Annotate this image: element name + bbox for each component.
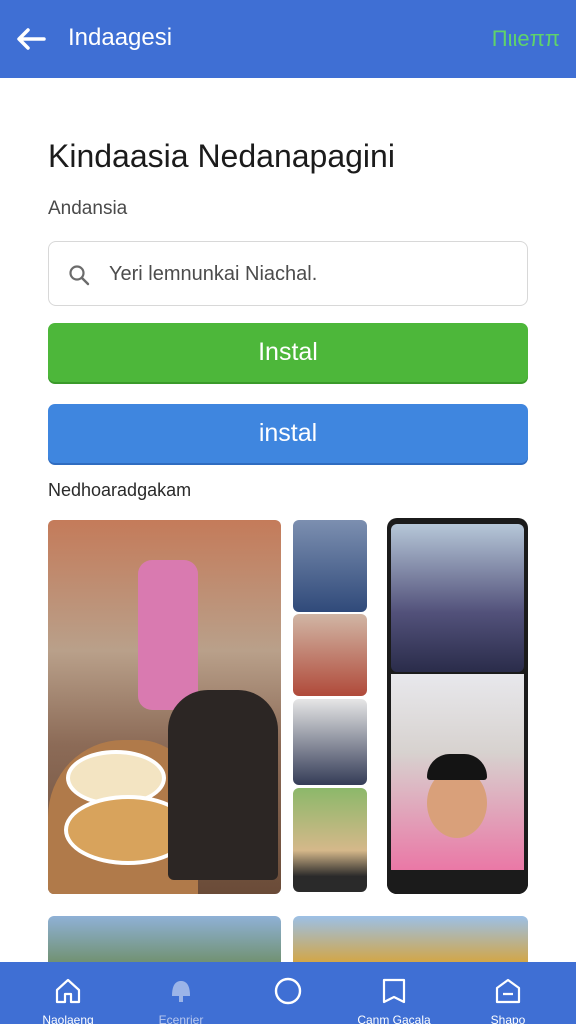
tab-home[interactable]: Naolaeng: [13, 962, 123, 1024]
tab-label: Ecenrier: [158, 1013, 204, 1024]
photo-figure: [168, 690, 278, 880]
gallery-photo-feast[interactable]: [48, 520, 281, 894]
app-title: Indaagesi: [68, 24, 173, 51]
app-bar: Indaagesi Πιιeππ: [0, 0, 576, 78]
install-button-primary[interactable]: Instal: [48, 323, 528, 382]
gallery-thumbnail[interactable]: [293, 699, 367, 785]
gallery-thumbnail[interactable]: [293, 788, 367, 892]
page-title: Kindaasia Nedanapagini: [48, 138, 395, 174]
back-arrow-icon[interactable]: [14, 24, 48, 54]
phone-photo-top: [391, 524, 524, 672]
gallery-photo-peek[interactable]: [293, 916, 528, 966]
gallery-phone-screenshot[interactable]: [387, 518, 528, 894]
circle-icon: [274, 977, 302, 1005]
phone-nav-bar: [387, 870, 528, 894]
search-placeholder: Yeri lemnunkai Niachal.: [109, 263, 318, 285]
search-input[interactable]: Yeri lemnunkai Niachal.: [48, 241, 528, 306]
home-icon: [55, 978, 81, 1004]
page-subtitle: Andansia: [48, 198, 128, 219]
tab-label: Shapo: [490, 1013, 526, 1024]
gallery-label: Nedhoaradgakam: [48, 480, 192, 500]
install-button-secondary[interactable]: instal: [48, 404, 528, 463]
tab-label: Naolaeng: [42, 1013, 94, 1024]
search-icon: [69, 265, 90, 286]
appbar-action-button[interactable]: Πιιeππ: [492, 26, 560, 52]
tab-shop[interactable]: Shapo: [453, 962, 563, 1024]
tab-notifications[interactable]: Ecenrier: [126, 962, 236, 1024]
tab-label: Canm Gacala: [357, 1013, 431, 1024]
gallery-photo-peek[interactable]: [48, 916, 281, 966]
shop-icon: [495, 978, 521, 1004]
gallery-thumbnail[interactable]: [293, 520, 367, 612]
photo-cap: [427, 754, 487, 780]
tab-center[interactable]: [233, 962, 343, 1024]
bell-icon: [172, 981, 190, 1002]
photo-figure: [138, 560, 198, 710]
book-icon: [382, 978, 406, 1004]
gallery-thumbnail[interactable]: [293, 614, 367, 696]
tab-library[interactable]: Canm Gacala: [339, 962, 449, 1024]
bottom-tab-bar: Naolaeng Ecenrier Canm Gacala Shapo: [0, 962, 576, 1024]
